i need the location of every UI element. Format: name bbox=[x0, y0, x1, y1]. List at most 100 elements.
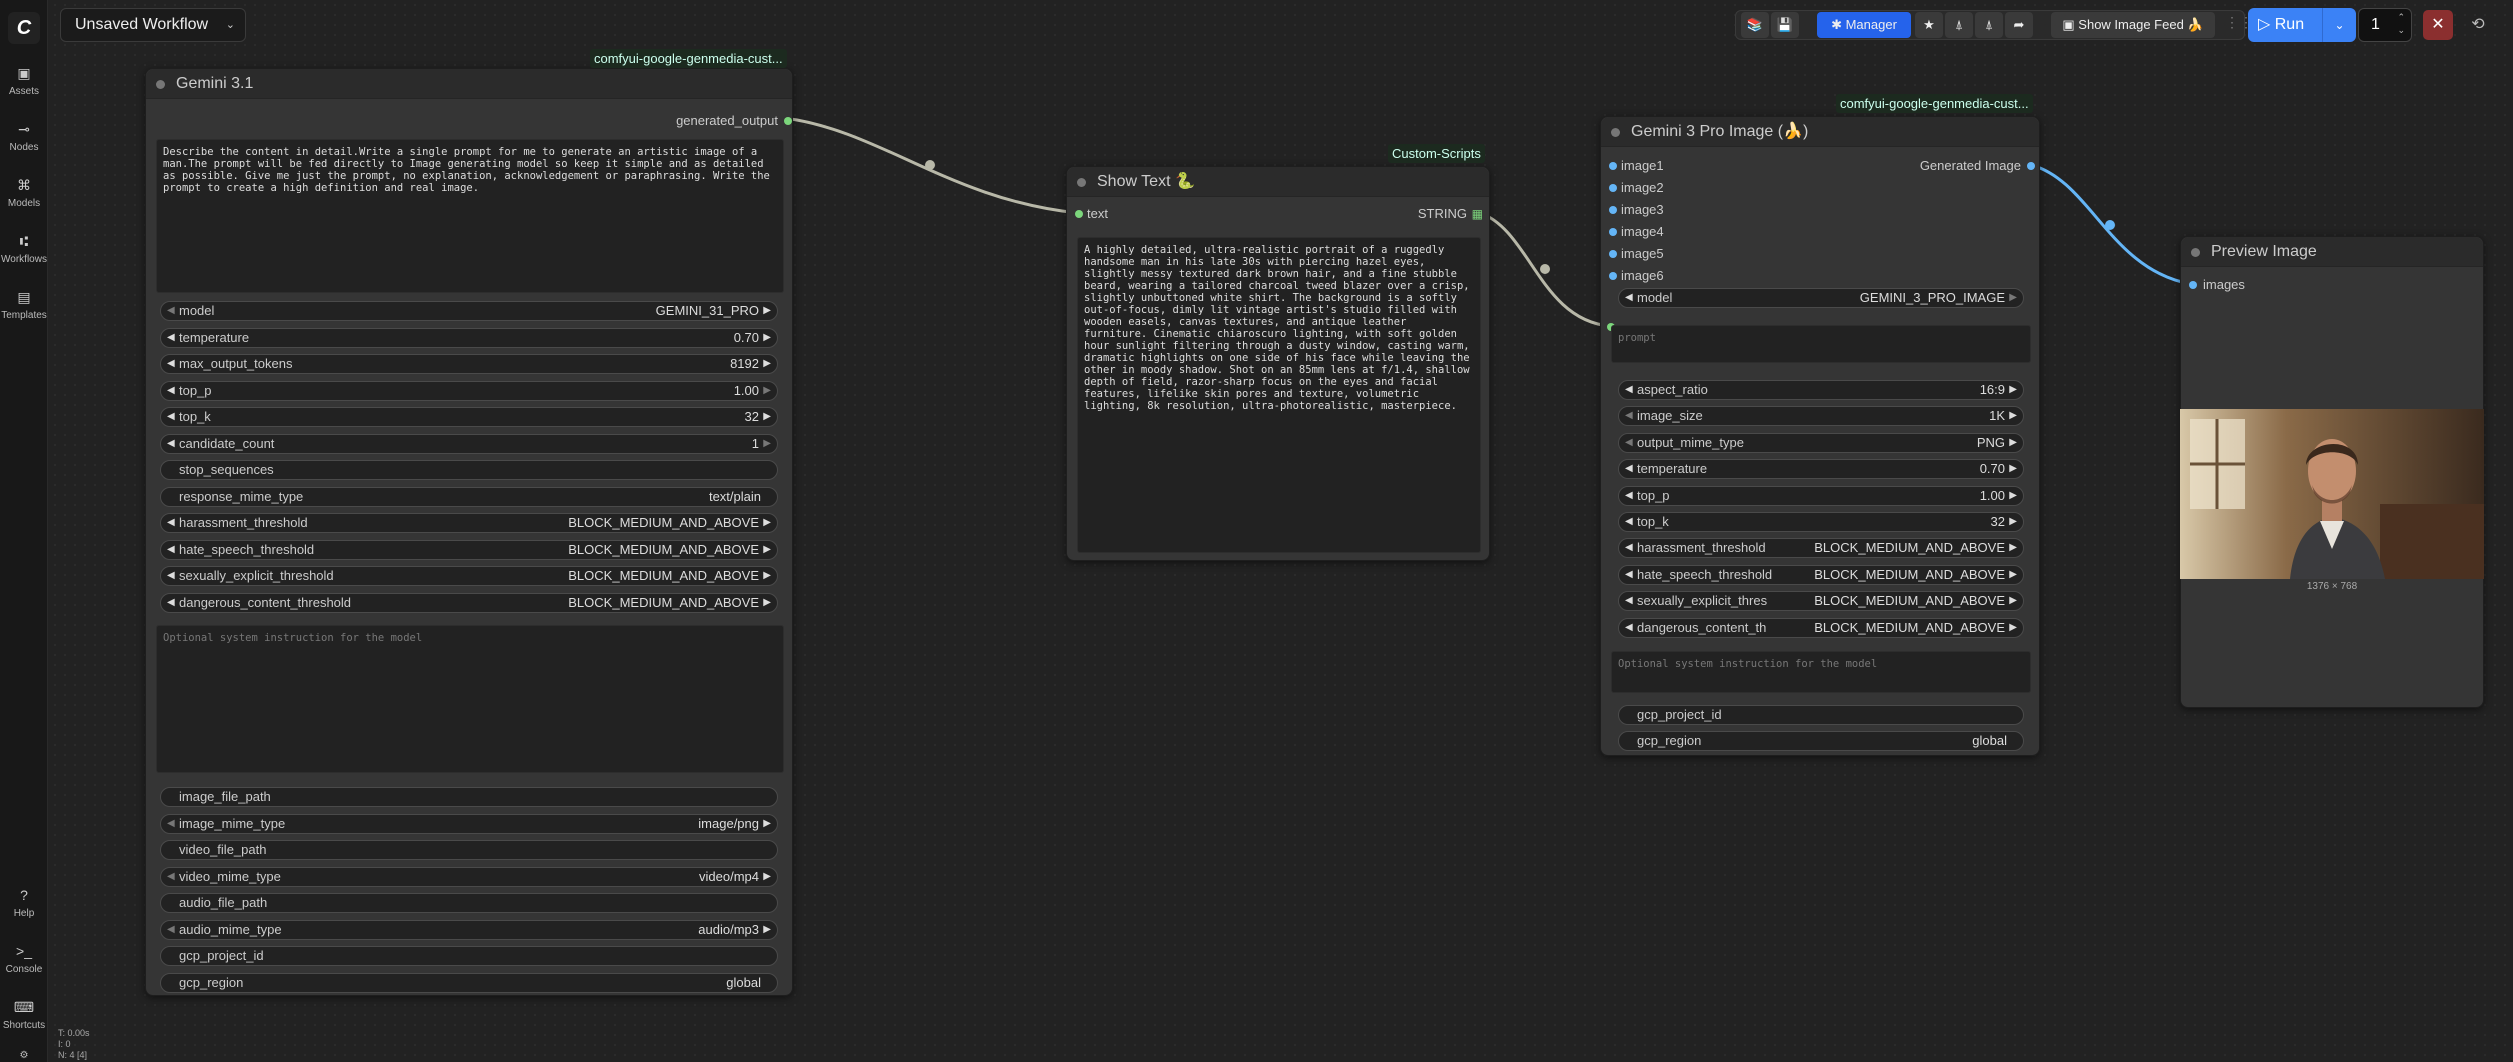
widget-sexually-explicit-threshold[interactable]: ◀ sexually_explicit_threshold BLOCK_MEDIUM… bbox=[160, 566, 778, 586]
arrow-right-icon[interactable]: ▶ bbox=[2009, 566, 2017, 584]
node-header[interactable]: Preview Image bbox=[2181, 237, 2483, 267]
arrow-left-icon[interactable]: ◀ bbox=[167, 594, 175, 612]
arrow-left-icon[interactable]: ◀ bbox=[1625, 381, 1633, 399]
library-button[interactable]: 📚 bbox=[1741, 12, 1769, 38]
widget-audio-file-path[interactable]: audio_file_path bbox=[160, 893, 778, 913]
input-slot-image2[interactable]: image2 bbox=[1609, 180, 1664, 196]
workflow-title-dropdown[interactable]: Unsaved Workflow ⌄ bbox=[60, 8, 246, 42]
input-slot-images[interactable]: images bbox=[2189, 277, 2245, 293]
arrow-left-icon[interactable]: ◀ bbox=[1625, 487, 1633, 505]
input-slot-text[interactable]: text bbox=[1075, 206, 1108, 222]
prompt-textarea[interactable]: Describe the content in detail.Write a s… bbox=[156, 139, 784, 293]
sidebar-item-models[interactable]: ⌘ Models bbox=[0, 178, 48, 209]
node-header[interactable]: Show Text 🐍 bbox=[1067, 167, 1489, 197]
widget-top-k[interactable]: ◀ top_k 32 ▶ bbox=[160, 407, 778, 427]
stepper-icon[interactable]: ⌃ ⌄ bbox=[2397, 11, 2405, 37]
arrow-right-icon[interactable]: ▶ bbox=[2009, 434, 2017, 452]
arrow-left-icon[interactable]: ◀ bbox=[1625, 539, 1633, 557]
widget-model[interactable]: ◀ model GEMINI_31_PRO ▶ bbox=[160, 301, 778, 321]
sidebar-item-assets[interactable]: ▣ Assets bbox=[0, 66, 48, 97]
arrow-right-icon[interactable]: ▶ bbox=[763, 408, 771, 426]
system-instruction-textarea[interactable]: Optional system instruction for the mode… bbox=[1611, 651, 2031, 693]
manager-button[interactable]: ✱ Manager bbox=[1817, 12, 1911, 38]
arrow-right-icon[interactable]: ▶ bbox=[763, 302, 771, 320]
arrow-left-icon[interactable]: ◀ bbox=[167, 567, 175, 585]
widget-response-mime-type[interactable]: response_mime_type text/plain bbox=[160, 486, 778, 507]
widget-aspect-ratio[interactable]: ◀ aspect_ratio 16:9 ▶ bbox=[1618, 380, 2024, 400]
widget-audio-mime-type[interactable]: ◀ audio_mime_type audio/mp3 ▶ bbox=[160, 919, 778, 940]
widget-harassment-threshold[interactable]: ◀ harassment_threshold BLOCK_MEDIUM_AND_AB… bbox=[1618, 538, 2024, 559]
preview-image[interactable] bbox=[2180, 409, 2484, 579]
input-slot-image6[interactable]: image6 bbox=[1609, 268, 1664, 284]
arrow-left-icon[interactable]: ◀ bbox=[167, 514, 175, 532]
run-options-chevron-icon[interactable]: ⌄ bbox=[2322, 8, 2356, 42]
arrow-right-icon[interactable]: ▶ bbox=[2009, 381, 2017, 399]
input-dot-icon[interactable] bbox=[1609, 184, 1617, 192]
fetch-button[interactable]: ⍋ bbox=[1945, 12, 1973, 38]
widget-video-mime-type[interactable]: ◀ video_mime_type video/mp4 ▶ bbox=[160, 866, 778, 887]
arrow-right-icon[interactable]: ▶ bbox=[763, 355, 771, 373]
arrow-right-icon[interactable]: ▶ bbox=[763, 329, 771, 347]
widget-hate-speech-threshold[interactable]: ◀ hate_speech_threshold BLOCK_MEDIUM_AND_A… bbox=[1618, 564, 2024, 585]
arrow-right-icon[interactable]: ▶ bbox=[763, 594, 771, 612]
collapse-dot-icon[interactable] bbox=[1077, 178, 1086, 187]
arrow-left-icon[interactable]: ◀ bbox=[1625, 434, 1633, 452]
arrow-left-icon[interactable]: ◀ bbox=[1625, 460, 1633, 478]
input-dot-icon[interactable] bbox=[1609, 162, 1617, 170]
input-slot-image1[interactable]: image1 bbox=[1609, 158, 1664, 174]
system-instruction-textarea[interactable]: Optional system instruction for the mode… bbox=[156, 625, 784, 773]
widget-gcp-project-id[interactable]: gcp_project_id bbox=[160, 946, 778, 966]
widget-harassment-threshold[interactable]: ◀ harassment_threshold BLOCK_MEDIUM_AND_AB… bbox=[160, 513, 778, 533]
input-dot-icon[interactable] bbox=[1609, 228, 1617, 236]
widget-temperature[interactable]: ◀ temperature 0.70 ▶ bbox=[1618, 459, 2024, 480]
arrow-right-icon[interactable]: ▶ bbox=[763, 435, 771, 453]
output-dot-icon[interactable] bbox=[784, 117, 792, 125]
collapse-dot-icon[interactable] bbox=[2191, 248, 2200, 257]
prompt-textarea[interactable]: prompt bbox=[1611, 325, 2031, 363]
arrow-left-icon[interactable]: ◀ bbox=[167, 868, 175, 886]
input-dot-icon[interactable] bbox=[2189, 281, 2197, 289]
arrow-left-icon[interactable]: ◀ bbox=[167, 382, 175, 400]
input-dot-icon[interactable] bbox=[1609, 206, 1617, 214]
arrow-left-icon[interactable]: ◀ bbox=[1625, 513, 1633, 531]
arrow-right-icon[interactable]: ▶ bbox=[763, 921, 771, 939]
filter-button[interactable]: ⍋ bbox=[1975, 12, 2003, 38]
cancel-run-button[interactable]: ✕ bbox=[2423, 10, 2453, 40]
list-output-icon[interactable]: ▦ bbox=[1472, 206, 1483, 222]
arrow-left-icon[interactable]: ◀ bbox=[167, 815, 175, 833]
input-slot-image3[interactable]: image3 bbox=[1609, 202, 1664, 218]
widget-image-mime-type[interactable]: ◀ image_mime_type image/png ▶ bbox=[160, 813, 778, 834]
node-gemini-3-pro-image[interactable]: Gemini 3 Pro Image (🍌) image1 image2 image… bbox=[1600, 116, 2040, 756]
arrow-right-icon[interactable]: ▶ bbox=[2009, 592, 2017, 610]
widget-model[interactable]: ◀ model GEMINI_3_PRO_IMAGE ▶ bbox=[1618, 288, 2024, 308]
link-midpoint[interactable] bbox=[1540, 264, 1550, 274]
arrow-right-icon[interactable]: ▶ bbox=[2009, 619, 2017, 637]
arrow-right-icon[interactable]: ▶ bbox=[2009, 289, 2017, 307]
arrow-left-icon[interactable]: ◀ bbox=[167, 435, 175, 453]
settings-gear-icon[interactable]: ⚙ bbox=[0, 1050, 48, 1061]
widget-hate-speech-threshold[interactable]: ◀ hate_speech_threshold BLOCK_MEDIUM_AND_A… bbox=[160, 539, 778, 560]
sidebar-item-workflows[interactable]: ⑆ Workflows bbox=[0, 234, 48, 265]
widget-candidate-count[interactable]: ◀ candidate_count 1 ▶ bbox=[160, 433, 778, 454]
arrow-right-icon[interactable]: ▶ bbox=[763, 541, 771, 559]
widget-temperature[interactable]: ◀ temperature 0.70 ▶ bbox=[160, 327, 778, 348]
arrow-right-icon[interactable]: ▶ bbox=[2009, 539, 2017, 557]
input-slot-image4[interactable]: image4 bbox=[1609, 224, 1664, 240]
arrow-right-icon[interactable]: ▶ bbox=[763, 815, 771, 833]
arrow-left-icon[interactable]: ◀ bbox=[1625, 592, 1633, 610]
run-button[interactable]: ▷ Run ⌄ bbox=[2248, 8, 2356, 42]
collapse-dot-icon[interactable] bbox=[1611, 128, 1620, 137]
output-slot-generated-image[interactable]: Generated Image bbox=[1920, 158, 2035, 174]
comfy-logo-icon[interactable]: C bbox=[8, 12, 40, 44]
widget-image-size[interactable]: ◀ image_size 1K ▶ bbox=[1618, 406, 2024, 427]
node-header[interactable]: Gemini 3.1 bbox=[146, 69, 792, 99]
output-slot-string[interactable]: STRING ▦ bbox=[1418, 206, 1483, 222]
arrow-left-icon[interactable]: ◀ bbox=[1625, 289, 1633, 307]
arrow-right-icon[interactable]: ▶ bbox=[763, 514, 771, 532]
widget-gcp-region[interactable]: gcp_region global bbox=[160, 972, 778, 993]
widget-top-p[interactable]: ◀ top_p 1.00 ▶ bbox=[1618, 485, 2024, 506]
input-dot-icon[interactable] bbox=[1609, 250, 1617, 258]
input-dot-icon[interactable] bbox=[1609, 272, 1617, 280]
arrow-left-icon[interactable]: ◀ bbox=[167, 408, 175, 426]
arrow-right-icon[interactable]: ▶ bbox=[763, 868, 771, 886]
